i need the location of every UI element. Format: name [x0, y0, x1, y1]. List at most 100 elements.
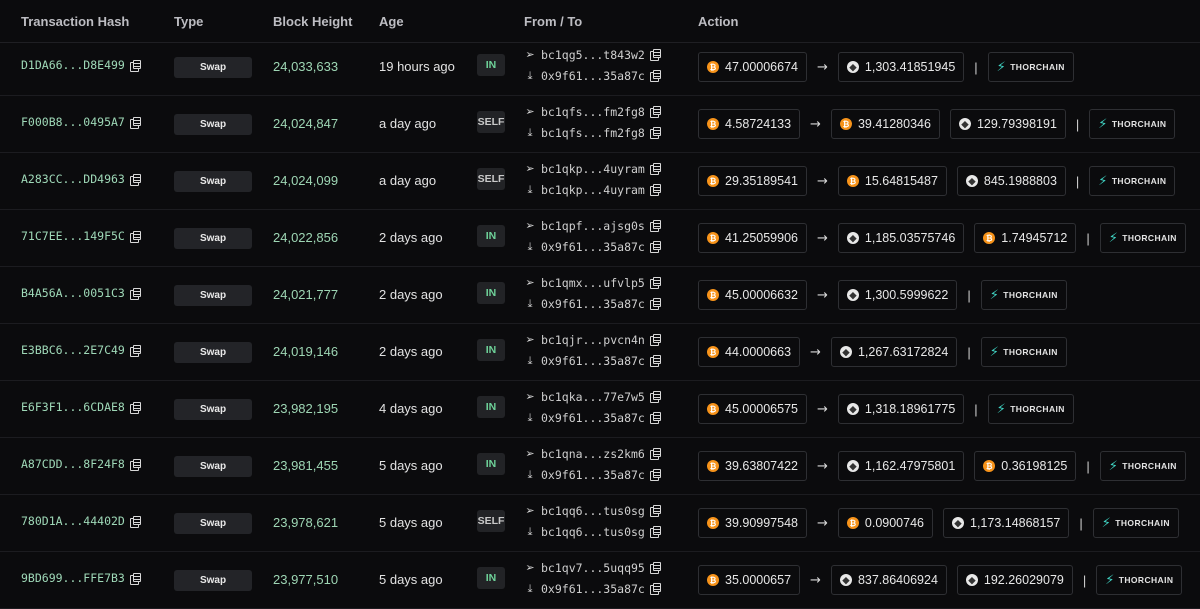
transaction-hash[interactable]: D1DA66...D8E499 — [21, 58, 141, 72]
block-height-link[interactable]: 24,019,146 — [273, 344, 338, 359]
type-badge[interactable]: Swap — [174, 57, 252, 78]
copy-icon[interactable] — [649, 298, 661, 310]
asset-amount-pill[interactable]: ₿ 45.00006632 — [698, 280, 807, 310]
asset-amount-pill[interactable]: ₿ 35.0000657 — [698, 565, 801, 595]
copy-icon[interactable] — [129, 287, 141, 300]
asset-amount-pill[interactable]: ₿ 41.25059906 — [698, 223, 807, 253]
table-row[interactable]: B4A56A...0051C3 Swap 24,021,777 2 days a… — [0, 267, 1200, 324]
copy-icon[interactable] — [649, 334, 661, 346]
asset-amount-pill[interactable]: ₿ 39.90997548 — [698, 508, 807, 538]
copy-icon[interactable] — [649, 526, 661, 538]
asset-amount-pill[interactable]: ◆ 837.86406924 — [830, 565, 947, 595]
transaction-hash-link[interactable]: 71C7EE...149F5C — [21, 229, 125, 243]
transaction-hash-link[interactable]: D1DA66...D8E499 — [21, 58, 125, 72]
to-address-link[interactable]: 0x9f61...35a87c — [541, 468, 645, 482]
table-row[interactable]: F000B8...0495A7 Swap 24,024,847 a day ag… — [0, 96, 1200, 153]
copy-icon[interactable] — [649, 469, 661, 481]
copy-icon[interactable] — [129, 401, 141, 414]
table-row[interactable]: 780D1A...44402D Swap 23,978,621 5 days a… — [0, 495, 1200, 552]
transaction-hash[interactable]: 71C7EE...149F5C — [21, 229, 141, 243]
asset-amount-pill[interactable]: ◆ 1,173.14868157 — [943, 508, 1070, 538]
copy-icon[interactable] — [649, 562, 661, 574]
transaction-hash-link[interactable]: B4A56A...0051C3 — [21, 286, 125, 300]
copy-icon[interactable] — [129, 59, 141, 72]
from-address-link[interactable]: bc1qmx...ufvlp5 — [541, 276, 645, 290]
block-height-link[interactable]: 24,024,847 — [273, 116, 338, 131]
copy-icon[interactable] — [649, 127, 661, 139]
thorchain-protocol-badge[interactable]: ⚡ THORCHAIN — [1089, 166, 1176, 196]
copy-icon[interactable] — [649, 106, 661, 118]
copy-icon[interactable] — [129, 116, 141, 129]
transaction-hash[interactable]: B4A56A...0051C3 — [21, 286, 141, 300]
asset-amount-pill[interactable]: ₿ 39.41280346 — [830, 109, 940, 139]
asset-amount-pill[interactable]: ◆ 192.26029079 — [956, 565, 1073, 595]
copy-icon[interactable] — [649, 412, 661, 424]
from-address-link[interactable]: bc1qna...zs2km6 — [541, 447, 645, 461]
type-badge[interactable]: Swap — [174, 114, 252, 135]
asset-amount-pill[interactable]: ◆ 1,303.41851945 — [837, 52, 965, 82]
asset-amount-pill[interactable]: ◆ 1,185.03575746 — [837, 223, 965, 253]
copy-icon[interactable] — [129, 230, 141, 243]
copy-icon[interactable] — [649, 391, 661, 403]
copy-icon[interactable] — [649, 241, 661, 253]
block-height-link[interactable]: 23,977,510 — [273, 572, 338, 587]
block-height-link[interactable]: 24,022,856 — [273, 230, 338, 245]
to-address-link[interactable]: 0x9f61...35a87c — [541, 354, 645, 368]
type-badge[interactable]: Swap — [174, 342, 252, 363]
type-badge[interactable]: Swap — [174, 171, 252, 192]
block-height-link[interactable]: 24,033,633 — [273, 59, 338, 74]
table-row[interactable]: A87CDD...8F24F8 Swap 23,981,455 5 days a… — [0, 438, 1200, 495]
from-address-link[interactable]: bc1qkp...4uyram — [541, 162, 645, 176]
transaction-hash[interactable]: E3BBC6...2E7C49 — [21, 343, 141, 357]
transaction-hash-link[interactable]: F000B8...0495A7 — [21, 115, 125, 129]
from-address-link[interactable]: bc1qpf...ajsg0s — [541, 219, 645, 233]
thorchain-protocol-badge[interactable]: ⚡ THORCHAIN — [1092, 508, 1179, 538]
transaction-hash[interactable]: A87CDD...8F24F8 — [21, 457, 141, 471]
copy-icon[interactable] — [129, 344, 141, 357]
type-badge[interactable]: Swap — [174, 399, 252, 420]
transaction-hash-link[interactable]: 9BD699...FFE7B3 — [21, 571, 125, 585]
asset-amount-pill[interactable]: ₿ 0.0900746 — [837, 508, 933, 538]
to-address-link[interactable]: 0x9f61...35a87c — [541, 297, 645, 311]
copy-icon[interactable] — [649, 355, 661, 367]
type-badge[interactable]: Swap — [174, 456, 252, 477]
transaction-hash[interactable]: 9BD699...FFE7B3 — [21, 571, 141, 585]
table-row[interactable]: 9BD699...FFE7B3 Swap 23,977,510 5 days a… — [0, 552, 1200, 609]
copy-icon[interactable] — [649, 163, 661, 175]
type-badge[interactable]: Swap — [174, 513, 252, 534]
asset-amount-pill[interactable]: ₿ 47.00006674 — [698, 52, 807, 82]
asset-amount-pill[interactable]: ₿ 1.74945712 — [974, 223, 1077, 253]
table-row[interactable]: A283CC...DD4963 Swap 24,024,099 a day ag… — [0, 153, 1200, 210]
transaction-hash-link[interactable]: 780D1A...44402D — [21, 514, 125, 528]
asset-amount-pill[interactable]: ₿ 0.36198125 — [974, 451, 1077, 481]
copy-icon[interactable] — [649, 184, 661, 196]
thorchain-protocol-badge[interactable]: ⚡ THORCHAIN — [980, 337, 1067, 367]
transaction-hash[interactable]: E6F3F1...6CDAE8 — [21, 400, 141, 414]
transaction-hash-link[interactable]: E6F3F1...6CDAE8 — [21, 400, 125, 414]
block-height-link[interactable]: 23,981,455 — [273, 458, 338, 473]
from-address-link[interactable]: bc1qjr...pvcn4n — [541, 333, 645, 347]
transaction-hash[interactable]: A283CC...DD4963 — [21, 172, 141, 186]
copy-icon[interactable] — [649, 448, 661, 460]
transaction-hash-link[interactable]: A283CC...DD4963 — [21, 172, 125, 186]
copy-icon[interactable] — [649, 70, 661, 82]
copy-icon[interactable] — [649, 220, 661, 232]
transaction-hash[interactable]: 780D1A...44402D — [21, 514, 141, 528]
copy-icon[interactable] — [129, 572, 141, 585]
copy-icon[interactable] — [129, 458, 141, 471]
transaction-hash[interactable]: F000B8...0495A7 — [21, 115, 141, 129]
block-height-link[interactable]: 23,978,621 — [273, 515, 338, 530]
to-address-link[interactable]: 0x9f61...35a87c — [541, 240, 645, 254]
to-address-link[interactable]: bc1qq6...tus0sg — [541, 525, 645, 539]
type-badge[interactable]: Swap — [174, 228, 252, 249]
asset-amount-pill[interactable]: ₿ 45.00006575 — [698, 394, 807, 424]
to-address-link[interactable]: bc1qfs...fm2fg8 — [541, 126, 645, 140]
asset-amount-pill[interactable]: ₿ 4.58724133 — [698, 109, 801, 139]
asset-amount-pill[interactable]: ◆ 845.1988803 — [956, 166, 1066, 196]
block-height-link[interactable]: 24,021,777 — [273, 287, 338, 302]
copy-icon[interactable] — [649, 49, 661, 61]
type-badge[interactable]: Swap — [174, 285, 252, 306]
to-address-link[interactable]: 0x9f61...35a87c — [541, 582, 645, 596]
table-row[interactable]: D1DA66...D8E499 Swap 24,033,633 19 hours… — [0, 39, 1200, 96]
asset-amount-pill[interactable]: ◆ 1,318.18961775 — [837, 394, 965, 424]
